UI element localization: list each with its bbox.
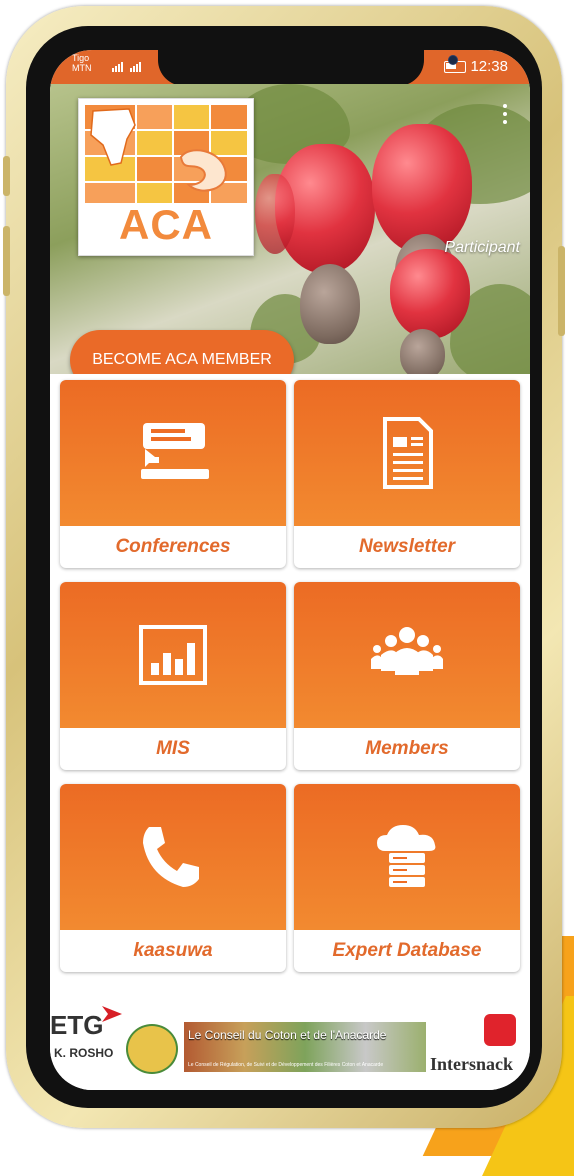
tile-members[interactable]: Members: [294, 582, 520, 770]
conseil-subtitle: Le Conseil de Régulation, de Suivi et de…: [188, 1062, 384, 1068]
camera-icon: [448, 55, 458, 65]
app-screen: Tigo MTN 12:38 ACA Participant BECOME AC…: [50, 50, 530, 1090]
bar-chart-icon: [139, 625, 207, 685]
tile-header: [60, 582, 286, 728]
cashew-apple-image: [390, 249, 470, 339]
carrier-bottom: MTN: [72, 63, 92, 73]
side-button: [3, 156, 10, 196]
etg-arrow-icon: [102, 1006, 122, 1022]
tile-header: [294, 582, 520, 728]
intersnack-logo-icon: [484, 1014, 516, 1046]
conference-icon: [141, 423, 209, 479]
tile-label: kaasuwa: [133, 940, 213, 961]
tile-conferences[interactable]: Conferences: [60, 380, 286, 568]
cloud-server-icon: [377, 825, 436, 887]
aca-logo: ACA: [78, 98, 254, 256]
tile-expert-database[interactable]: Expert Database: [294, 784, 520, 972]
hero-banner: ACA Participant BECOME ACA MEMBER: [50, 84, 530, 374]
tile-label: MIS: [156, 738, 190, 759]
logo-text: ACA: [119, 201, 213, 248]
cote-divoire-seal-icon: [126, 1024, 178, 1074]
intersnack-logo: Intersnack: [430, 1054, 514, 1074]
status-time: 12:38: [470, 58, 508, 75]
phone-icon: [143, 827, 199, 887]
tile-header: [294, 380, 520, 526]
tile-label: Newsletter: [358, 536, 456, 557]
tile-kaasuwa[interactable]: kaasuwa: [60, 784, 286, 972]
cashew-nut-image: [300, 264, 360, 344]
more-options-icon[interactable]: [502, 104, 508, 128]
volume-button: [3, 226, 10, 296]
tile-header: [294, 784, 520, 930]
tile-newsletter[interactable]: Newsletter: [294, 380, 520, 568]
tile-label: Expert Database: [332, 940, 482, 961]
tile-header: [60, 380, 286, 526]
cashew-apple-image: [255, 174, 295, 254]
group-icon: [371, 627, 443, 675]
tile-label: Members: [365, 738, 449, 759]
tile-label: Conferences: [115, 536, 231, 557]
notch: [158, 50, 458, 86]
aca-logo-graphic: [85, 105, 247, 203]
signal-icon: [112, 62, 141, 72]
sponsor-footer: ETG K. ROSHO Le Conseil du Coton et de l…: [50, 982, 530, 1090]
tile-header: [60, 784, 286, 930]
cashew-nut-image: [400, 329, 445, 374]
become-member-button[interactable]: BECOME ACA MEMBER: [70, 330, 294, 374]
carrier-top: Tigo: [72, 53, 90, 63]
rosho-logo: K. ROSHO: [54, 1046, 114, 1060]
tile-mis[interactable]: MIS: [60, 582, 286, 770]
carrier-info: Tigo MTN: [72, 53, 92, 73]
document-icon: [383, 417, 433, 489]
role-label: Participant: [444, 239, 520, 256]
conseil-title: Le Conseil du Coton et de l'Anacarde: [188, 1028, 387, 1042]
power-button: [558, 246, 565, 336]
etg-logo: ETG: [50, 1010, 104, 1040]
